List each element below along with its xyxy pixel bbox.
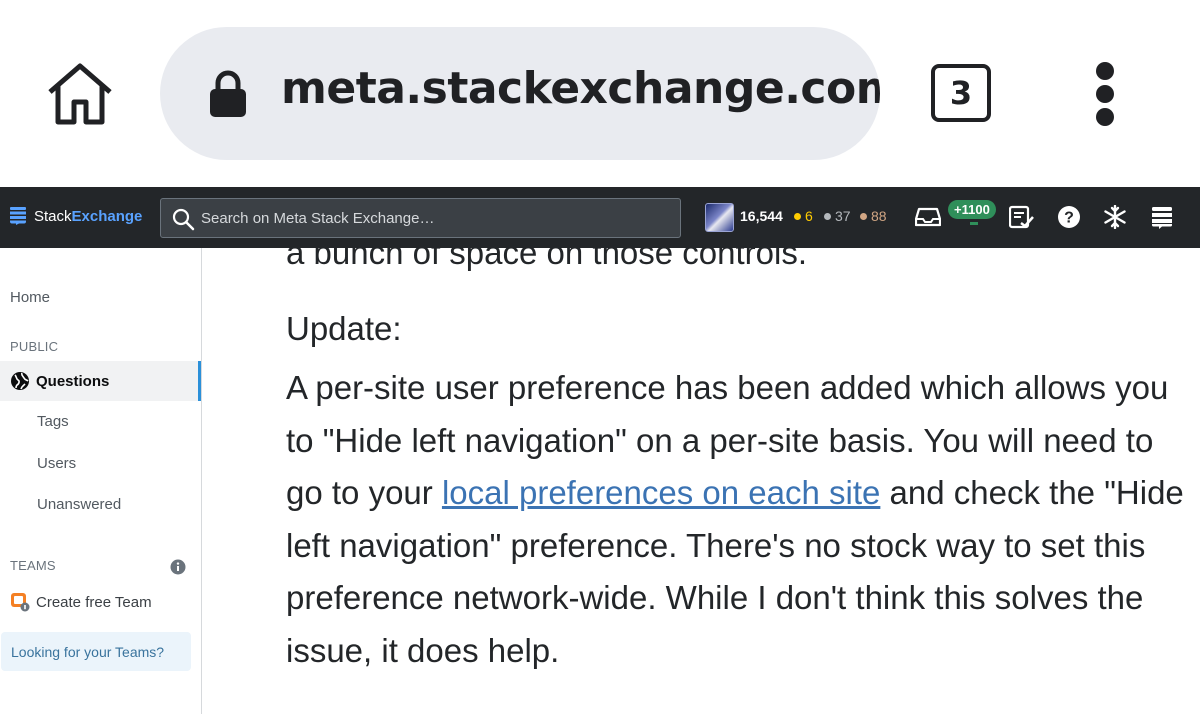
create-free-team-link[interactable]: Create free Team [10, 592, 152, 612]
site-switcher-icon[interactable] [1148, 203, 1176, 231]
review-queue-icon[interactable] [1008, 203, 1036, 231]
post-text-partial-line: a bunch of space on those controls. [286, 248, 808, 271]
gold-badge-count: 6 [794, 208, 813, 224]
looking-for-teams-link[interactable]: Looking for your Teams? [1, 632, 191, 671]
main-content: a bunch of space on those controls. Upda… [202, 248, 1200, 714]
sidebar-section-public: PUBLIC [10, 339, 59, 354]
reputation-count[interactable]: 16,544 [740, 208, 783, 224]
search-icon [172, 208, 195, 231]
search-input[interactable] [201, 205, 661, 231]
home-button[interactable] [40, 58, 120, 130]
post-update-label: Update: [286, 310, 402, 347]
more-vert-icon[interactable] [1086, 62, 1126, 126]
winter-bash-snowflake-icon[interactable] [1101, 203, 1129, 231]
sidebar-item-questions[interactable]: Questions [0, 361, 201, 401]
stackexchange-logo[interactable]: Stack Exchange [10, 207, 142, 225]
help-icon[interactable]: ? [1055, 203, 1083, 231]
sidebar-item-tags[interactable]: Tags [37, 413, 69, 430]
sidebar-item-users[interactable]: Users [37, 455, 76, 472]
home-icon [48, 63, 112, 125]
tab-switcher-button[interactable]: 3 [931, 64, 991, 122]
local-preferences-link[interactable]: local preferences on each site [442, 474, 880, 511]
gold-badge-value: 6 [805, 208, 813, 224]
lock-icon [210, 70, 246, 117]
bronze-badge-count: 88 [860, 208, 887, 224]
logo-text-exchange: Exchange [71, 207, 143, 225]
stackexchange-logo-icon [10, 207, 26, 225]
info-icon[interactable] [170, 559, 186, 580]
inbox-icon[interactable] [914, 203, 942, 231]
url-text[interactable]: meta.stackexchange.com/ [281, 63, 880, 114]
post-paragraph: A per-site user preference has been adde… [286, 362, 1186, 678]
user-avatar[interactable] [705, 203, 734, 232]
sidebar-item-home[interactable]: Home [10, 289, 50, 306]
silver-badge-value: 37 [835, 208, 851, 224]
left-sidebar: Home PUBLIC Questions Tags Users Unanswe… [0, 248, 202, 714]
globe-icon [11, 372, 29, 390]
sidebar-section-teams: TEAMS [10, 558, 56, 573]
silver-badge-count: 37 [824, 208, 851, 224]
bronze-badge-value: 88 [871, 208, 887, 224]
create-team-label: Create free Team [36, 593, 152, 611]
address-bar[interactable]: meta.stackexchange.com/ [160, 27, 880, 160]
achievements-badge[interactable]: +1100 [948, 200, 996, 219]
logo-text-stack: Stack [34, 207, 72, 225]
se-topbar: StackExchange 16,544 6 37 88 +1100 ? [0, 187, 1200, 248]
search-box[interactable] [160, 198, 681, 238]
achievements-indicator [970, 222, 978, 225]
svg-text:?: ? [1064, 210, 1074, 227]
browser-chrome: meta.stackexchange.com/ 3 [0, 0, 1200, 187]
sidebar-item-unanswered[interactable]: Unanswered [37, 496, 121, 513]
sidebar-item-label: Questions [36, 372, 110, 390]
teams-icon [11, 593, 30, 612]
